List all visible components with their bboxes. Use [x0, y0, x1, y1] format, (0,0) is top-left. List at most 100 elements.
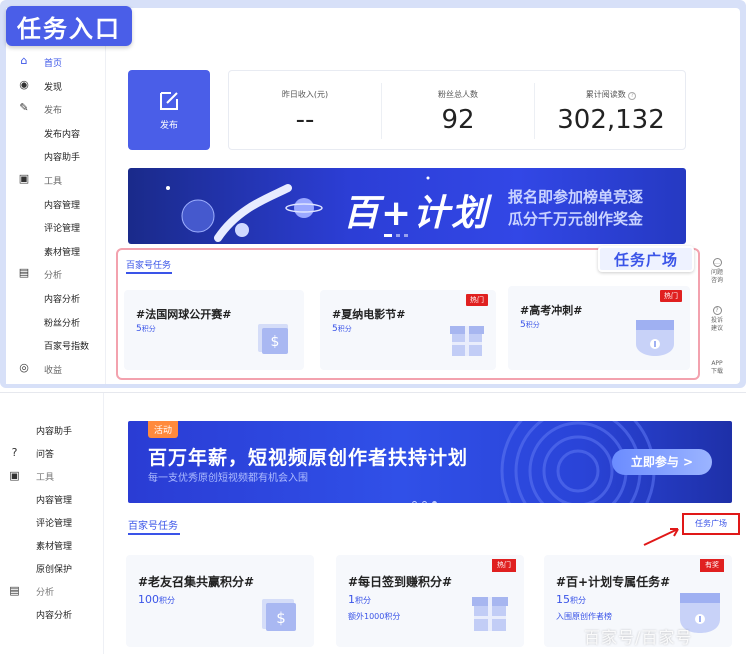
sidebar-item[interactable]: 内容分析: [0, 603, 104, 625]
sidebar-item[interactable]: 内容助手: [0, 419, 104, 441]
sidebar-item[interactable]: 内容分析: [6, 288, 106, 308]
sidebar-item-label: 内容助手: [36, 427, 73, 437]
publish-button[interactable]: 发布: [128, 70, 210, 150]
gift-icon: [450, 326, 484, 356]
sidebar-item-label: 评论管理: [36, 519, 73, 529]
sidebar-item[interactable]: 发布内容: [6, 123, 106, 143]
kpi-value: 92: [441, 105, 475, 135]
sidebar-item-label: 发布内容: [44, 129, 81, 140]
sidebar-item[interactable]: 评论管理: [6, 217, 106, 237]
carousel-dot[interactable]: [412, 501, 417, 503]
help-icon[interactable]: ?: [628, 92, 637, 100]
task-points: 5积分: [520, 320, 540, 330]
question-icon: ?: [11, 446, 18, 459]
sidebar-item[interactable]: 百家号指数: [6, 335, 106, 355]
eye-icon: ◉: [19, 77, 29, 91]
task-card[interactable]: #法国网球公开赛# 5积分 $: [124, 290, 304, 370]
hot-tag: 热门: [660, 290, 682, 302]
app-download-button[interactable]: APP 下载: [704, 360, 730, 376]
sidebar-item-label: 内容分析: [44, 295, 81, 305]
sidebar-item-label: 百家号指数: [44, 342, 90, 353]
carousel-dot[interactable]: [432, 501, 437, 503]
sidebar-item-label: 内容分析: [36, 611, 73, 621]
toolbox-icon: ▣: [9, 469, 20, 482]
sidebar-item[interactable]: 内容管理: [6, 194, 106, 214]
svg-text:$: $: [271, 334, 280, 350]
sidebar-item[interactable]: 原创保护: [0, 557, 104, 579]
hot-tag: 热门: [466, 294, 488, 306]
publish-button-label: 发布: [159, 121, 178, 131]
kpi-label: 昨日收入(元): [281, 90, 329, 99]
task-section-title: 百家号任务: [126, 261, 172, 271]
task-extra: 入围原创作者榜: [556, 612, 612, 621]
sidebar-item[interactable]: 粉丝分析: [6, 312, 106, 332]
red-arrow: [643, 528, 679, 546]
sidebar-item[interactable]: ◉ 发现: [6, 76, 106, 96]
sidebar-item-label: 内容管理: [44, 200, 81, 211]
task-title: #高考冲刺#: [520, 304, 583, 317]
badge-icon: [636, 320, 674, 356]
hundred-plus-banner[interactable]: 百+计划 报名即参加榜单竞逐 瓜分千万元创作奖金: [128, 168, 686, 244]
banner-headline: 百+计划: [343, 193, 490, 234]
sidebar-item-label: 评论管理: [44, 224, 81, 235]
sidebar-item-label: 发布: [44, 106, 63, 117]
task-square-link[interactable]: 任务广场: [682, 513, 740, 535]
task-points: 100积分: [138, 593, 175, 606]
sidebar: ⌂ 首页 ◉ 发现 ✎ 发布 发布内容 内容助手 ▣ 工具 内容管理 评论管理 素材管理 ▤ 分析 内容分析粉…: [6, 8, 106, 384]
carousel-dots: [412, 491, 452, 503]
sidebar-item[interactable]: 素材管理: [0, 534, 104, 556]
task-title: #老友召集共赢积分#: [138, 575, 255, 589]
task-card[interactable]: 热门 #夏纳电影节# 5积分: [320, 290, 496, 370]
task-title: #法国网球公开赛#: [136, 308, 232, 321]
hot-tag: 热门: [492, 559, 516, 572]
money-ticket-icon: $: [258, 324, 288, 354]
carousel-dot[interactable]: [422, 501, 427, 503]
join-now-button[interactable]: 立即参与 >: [612, 449, 712, 475]
right-rail: … 问题 咨询 ? 投诉 建议 APP 下载: [704, 250, 730, 380]
task-title: #百+计划专属任务#: [556, 575, 671, 589]
consult-button[interactable]: … 问题 咨询: [704, 258, 730, 285]
sidebar-item-label: 内容助手: [44, 153, 81, 164]
chart-icon: ▤: [9, 584, 20, 597]
sidebar-item: ✎ 发布: [6, 99, 106, 119]
prize-tag: 有奖: [700, 559, 724, 572]
task-card[interactable]: 热门 #高考冲刺# 5积分: [508, 286, 690, 370]
task-points: 5积分: [332, 324, 352, 334]
sidebar-item[interactable]: ? 问答: [0, 442, 104, 464]
kpi-value: --: [295, 105, 315, 135]
toolbox-icon: ▣: [18, 172, 30, 185]
sidebar-item-label: 分析: [44, 271, 63, 282]
sidebar: 内容助手? 问答 ▣ 工具 内容管理 评论管理 素材管理 原创保护 ▤ 分析 内容分析: [0, 393, 104, 654]
short-video-banner[interactable]: 活动 百万年薪，短视频原创作者扶持计划 每一支优秀原创短视频都有机会入围 立即参…: [128, 421, 732, 503]
sidebar-item[interactable]: 内容管理: [0, 488, 104, 510]
task-points: 1积分: [348, 593, 371, 606]
sidebar-item-label: 问答: [36, 450, 55, 460]
task-points: 5积分: [136, 324, 156, 334]
task-extra: 额外1000积分: [348, 612, 401, 621]
sidebar-item-label: 分析: [36, 588, 55, 598]
task-square-badge[interactable]: 任务广场: [598, 246, 694, 272]
task-title: #每日签到赚积分#: [348, 575, 453, 589]
sidebar-item[interactable]: 内容助手: [6, 146, 106, 166]
sidebar-item-label: 收益: [44, 365, 63, 376]
feedback-button[interactable]: ? 投诉 建议: [704, 306, 730, 333]
sidebar-item: ◎ 收益: [6, 359, 106, 379]
task-section-title: 百家号任务: [128, 521, 178, 532]
sidebar-item: ▤ 分析: [6, 264, 106, 284]
task-card[interactable]: 热门 #每日签到赚积分# 1积分 额外1000积分: [336, 555, 524, 647]
kpi-label: 累计阅读数 ?: [535, 89, 687, 100]
task-card[interactable]: #老友召集共赢积分# 100积分 $: [126, 555, 314, 647]
watermark: 百家号/百家号: [584, 628, 693, 647]
bottom-screenshot: 内容助手? 问答 ▣ 工具 内容管理 评论管理 素材管理 原创保护 ▤ 分析 内容分析 活动 百万年…: [0, 392, 746, 654]
edit-icon: [160, 92, 178, 110]
kpi-value: 302,132: [557, 105, 665, 135]
sidebar-item[interactable]: 评论管理: [0, 511, 104, 533]
banner-line2: 瓜分千万元创作奖金: [508, 210, 644, 228]
sidebar-item[interactable]: ⌂ 首页: [6, 52, 106, 72]
activity-tag: 活动: [148, 421, 179, 438]
tab-underline: [126, 272, 172, 274]
sidebar-item-label: 素材管理: [44, 247, 81, 258]
sidebar-item-label: 粉丝分析: [44, 318, 81, 329]
sidebar-item[interactable]: 素材管理: [6, 241, 106, 261]
kpi-panel: 昨日收入(元) -- 粉丝总人数 92 累计阅读数 ? 302,132: [228, 70, 686, 150]
